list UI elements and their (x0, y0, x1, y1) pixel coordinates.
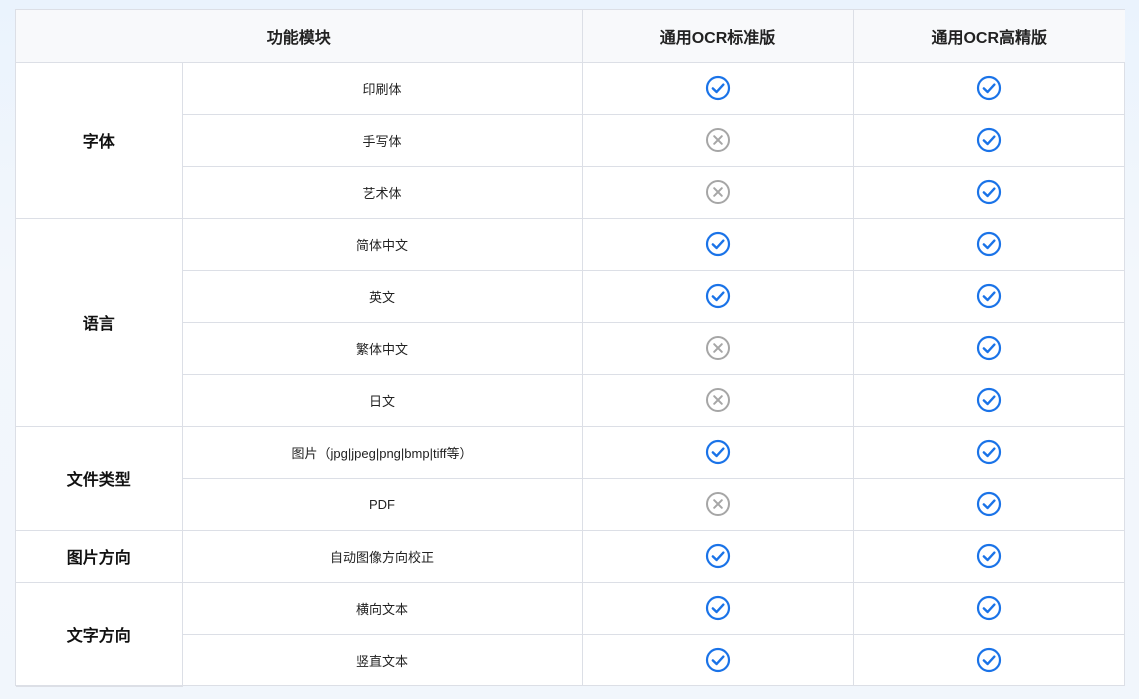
feature-cell: 印刷体 (181, 61, 583, 115)
table-row: 日文 (16, 373, 1126, 427)
check-circle-icon (976, 179, 1002, 205)
category-cell: 文字方向 (16, 581, 183, 687)
header-premium-edition: 通用OCR高精版 (852, 10, 1126, 63)
standard-status-cell (581, 61, 854, 115)
table-row: 字体 印刷体 (16, 61, 1126, 219)
standard-status-cell (581, 581, 854, 635)
table-row: 图片方向 自动图像方向校正 (16, 529, 1126, 583)
header-feature-module: 功能模块 (16, 10, 583, 63)
cross-circle-icon (705, 387, 731, 413)
standard-status-cell (581, 477, 854, 531)
check-circle-icon (705, 543, 731, 569)
premium-status-cell (852, 425, 1126, 479)
category-cell: 图片方向 (16, 529, 183, 583)
cross-circle-icon (705, 179, 731, 205)
standard-status-cell (581, 633, 854, 686)
table-row: 艺术体 (16, 165, 1126, 219)
table-row: 繁体中文 (16, 321, 1126, 375)
check-circle-icon (976, 647, 1002, 673)
standard-status-cell (581, 165, 854, 219)
check-circle-icon (976, 283, 1002, 309)
feature-cell: PDF (182, 477, 583, 531)
feature-comparison-table: 功能模块 通用OCR标准版 通用OCR高精版 字体 印刷体 手写体 艺术体 语言 简体中文… (16, 10, 1126, 687)
feature-cell: 简体中文 (181, 217, 583, 271)
premium-status-cell (852, 373, 1126, 427)
standard-status-cell (581, 217, 854, 271)
standard-status-cell (581, 425, 854, 479)
standard-status-cell (581, 373, 854, 427)
standard-status-cell (581, 321, 854, 375)
check-circle-icon (705, 647, 731, 673)
cross-circle-icon (705, 335, 731, 361)
check-circle-icon (705, 75, 731, 101)
premium-status-cell (852, 477, 1126, 531)
cross-circle-icon (705, 127, 731, 153)
premium-status-cell (852, 61, 1126, 115)
header-row: 功能模块 通用OCR标准版 通用OCR高精版 (16, 10, 1126, 63)
check-circle-icon (705, 439, 731, 465)
table-header: 功能模块 通用OCR标准版 通用OCR高精版 (16, 10, 1126, 63)
feature-cell: 图片（jpg|jpeg|png|bmp|tiff等） (181, 425, 583, 479)
check-circle-icon (976, 127, 1002, 153)
standard-status-cell (581, 113, 854, 167)
feature-cell: 横向文本 (181, 581, 583, 635)
table-row: 文字方向 横向文本 (16, 581, 1126, 687)
check-circle-icon (705, 595, 731, 621)
standard-status-cell (581, 529, 854, 583)
comparison-table-container: 功能模块 通用OCR标准版 通用OCR高精版 字体 印刷体 手写体 艺术体 语言 简体中文… (15, 9, 1126, 687)
table-row: PDF (16, 477, 1126, 531)
check-circle-icon (976, 231, 1002, 257)
check-circle-icon (976, 543, 1002, 569)
table-row: 文件类型 图片（jpg|jpeg|png|bmp|tiff等） (16, 425, 1126, 531)
check-circle-icon (976, 335, 1002, 361)
feature-cell: 手写体 (182, 113, 583, 167)
premium-status-cell (852, 269, 1126, 323)
check-circle-icon (976, 439, 1002, 465)
standard-status-cell (581, 269, 854, 323)
check-circle-icon (976, 491, 1002, 517)
feature-cell: 艺术体 (182, 165, 583, 219)
feature-cell: 日文 (182, 373, 583, 427)
category-cell: 文件类型 (16, 425, 183, 531)
category-cell: 字体 (16, 61, 183, 219)
premium-status-cell (852, 113, 1126, 167)
cross-circle-icon (705, 491, 731, 517)
header-standard-edition: 通用OCR标准版 (581, 10, 854, 63)
premium-status-cell (852, 321, 1126, 375)
premium-status-cell (852, 581, 1126, 635)
premium-status-cell (852, 165, 1126, 219)
feature-cell: 自动图像方向校正 (181, 529, 583, 583)
table-row: 手写体 (16, 113, 1126, 167)
table-row: 竖直文本 (16, 633, 1126, 686)
premium-status-cell (852, 217, 1126, 271)
check-circle-icon (976, 387, 1002, 413)
feature-cell: 繁体中文 (182, 321, 583, 375)
feature-cell: 英文 (182, 269, 583, 323)
check-circle-icon (976, 595, 1002, 621)
check-circle-icon (705, 283, 731, 309)
premium-status-cell (852, 633, 1126, 686)
premium-status-cell (852, 529, 1126, 583)
check-circle-icon (705, 231, 731, 257)
table-body: 字体 印刷体 手写体 艺术体 语言 简体中文 英文 繁体中文 日文 文件类型 图片（jpg|jpeg… (16, 61, 1126, 687)
category-cell: 语言 (16, 217, 183, 427)
check-circle-icon (976, 75, 1002, 101)
feature-cell: 竖直文本 (182, 633, 583, 686)
table-row: 英文 (16, 269, 1126, 323)
table-row: 语言 简体中文 (16, 217, 1126, 427)
